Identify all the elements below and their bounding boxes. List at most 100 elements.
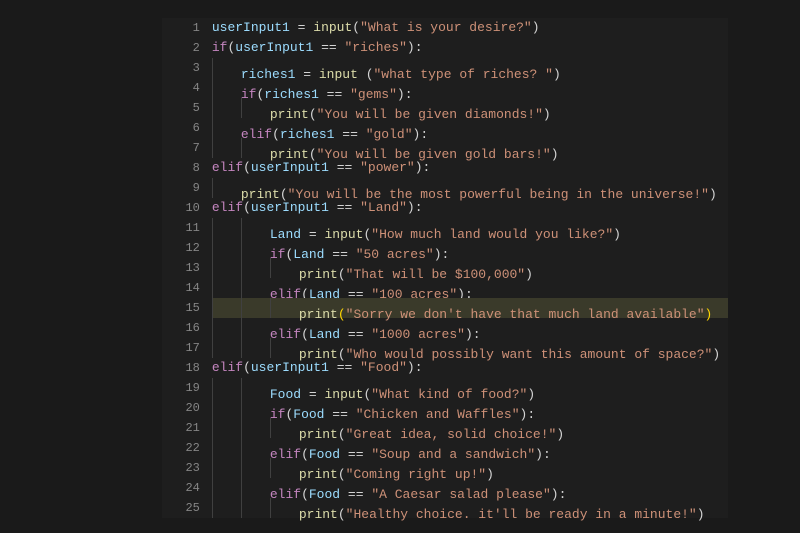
code-line[interactable]: 1userInput1 = input("What is your desire… [162, 18, 728, 38]
code-content[interactable]: print("You will be given diamonds!") [212, 98, 728, 118]
code-line[interactable]: 24elif(Food == "A Caesar salad please"): [162, 478, 728, 498]
tok-func: input [313, 20, 352, 35]
code-line[interactable]: 17print("Who would possibly want this am… [162, 338, 728, 358]
code-content[interactable]: elif(userInput1 == "Food"): [212, 358, 728, 378]
code-content[interactable]: userInput1 = input("What is your desire?… [212, 18, 728, 38]
code-content[interactable]: if(userInput1 == "riches"): [212, 38, 728, 58]
tok-str: "Healthy choice. it'll be ready in a min… [346, 507, 697, 522]
code-content[interactable]: elif(userInput1 == "power"): [212, 158, 728, 178]
code-content[interactable]: print("Sorry we don't have that much lan… [212, 298, 728, 318]
code-content[interactable]: print("Healthy choice. it'll be ready in… [212, 498, 728, 518]
tok-paren: ( [243, 160, 251, 175]
line-number: 10 [162, 198, 212, 218]
code-content[interactable]: elif(riches1 == "gold"): [212, 118, 728, 138]
line-number: 3 [162, 58, 212, 78]
code-line[interactable]: 13print("That will be $100,000") [162, 258, 728, 278]
code-content[interactable]: if(riches1 == "gems"): [212, 78, 728, 98]
code-content[interactable]: print("You will be the most powerful bei… [212, 178, 728, 198]
line-number: 4 [162, 78, 212, 98]
tok-kw: elif [212, 160, 243, 175]
code-content[interactable]: riches1 = input ("what type of riches? "… [212, 58, 728, 78]
code-content[interactable]: elif(Food == "A Caesar salad please"): [212, 478, 728, 498]
code-content[interactable]: Food = input("What kind of food?") [212, 378, 728, 398]
tok-func: print [299, 507, 338, 522]
tok-var: userInput1 [212, 20, 290, 35]
code-content[interactable]: print("You will be given gold bars!") [212, 138, 728, 158]
code-content[interactable]: print("Who would possibly want this amou… [212, 338, 728, 358]
tok-paren: ( [243, 360, 251, 375]
code-line[interactable]: 15print("Sorry we don't have that much l… [162, 298, 728, 318]
code-content[interactable]: print("That will be $100,000") [212, 258, 728, 278]
code-line[interactable]: 2if(userInput1 == "riches"): [162, 38, 728, 58]
tok-op: == [329, 360, 360, 375]
tok-str: "Land" [360, 200, 407, 215]
line-number: 5 [162, 98, 212, 118]
code-content[interactable]: elif(userInput1 == "Land"): [212, 198, 728, 218]
line-number: 19 [162, 378, 212, 398]
code-content[interactable]: if(Food == "Chicken and Waffles"): [212, 398, 728, 418]
line-number: 15 [162, 298, 212, 318]
code-line[interactable]: 23print("Coming right up!") [162, 458, 728, 478]
line-number: 16 [162, 318, 212, 338]
line-number: 11 [162, 218, 212, 238]
line-number: 14 [162, 278, 212, 298]
line-number: 20 [162, 398, 212, 418]
tok-op: == [329, 160, 360, 175]
tok-var: userInput1 [251, 360, 329, 375]
tok-str: "power" [360, 160, 415, 175]
code-line[interactable]: 21print("Great idea, solid choice!") [162, 418, 728, 438]
tok-kw: elif [212, 360, 243, 375]
line-number: 7 [162, 138, 212, 158]
tok-kw: if [212, 40, 228, 55]
code-line[interactable]: 4if(riches1 == "gems"): [162, 78, 728, 98]
code-line[interactable]: 10elif(userInput1 == "Land"): [162, 198, 728, 218]
code-line[interactable]: 19Food = input("What kind of food?") [162, 378, 728, 398]
tok-op: : [423, 160, 431, 175]
code-line[interactable]: 20if(Food == "Chicken and Waffles"): [162, 398, 728, 418]
code-line[interactable]: 12if(Land == "50 acres"): [162, 238, 728, 258]
tok-var: userInput1 [251, 200, 329, 215]
code-line[interactable]: 7print("You will be given gold bars!") [162, 138, 728, 158]
code-line[interactable]: 5print("You will be given diamonds!") [162, 98, 728, 118]
code-line[interactable]: 3riches1 = input ("what type of riches? … [162, 58, 728, 78]
code-content[interactable]: print("Coming right up!") [212, 458, 728, 478]
tok-paren: ) [407, 40, 415, 55]
code-line[interactable]: 8elif(userInput1 == "power"): [162, 158, 728, 178]
line-number: 24 [162, 478, 212, 498]
line-number: 6 [162, 118, 212, 138]
line-number: 25 [162, 498, 212, 518]
tok-paren: ) [697, 507, 705, 522]
line-number: 1 [162, 18, 212, 38]
code-line[interactable]: 6elif(riches1 == "gold"): [162, 118, 728, 138]
code-line[interactable]: 9print("You will be the most powerful be… [162, 178, 728, 198]
line-number: 9 [162, 178, 212, 198]
code-editor[interactable]: 1userInput1 = input("What is your desire… [162, 18, 728, 518]
line-number: 13 [162, 258, 212, 278]
code-line[interactable]: 25print("Healthy choice. it'll be ready … [162, 498, 728, 518]
tok-kw: elif [212, 200, 243, 215]
tok-paren: ) [407, 360, 415, 375]
code-content[interactable]: elif(Land == "1000 acres"): [212, 318, 728, 338]
line-number: 2 [162, 38, 212, 58]
line-number: 18 [162, 358, 212, 378]
tok-op: : [415, 360, 423, 375]
tok-paren: ( [338, 507, 346, 522]
code-line[interactable]: 16elif(Land == "1000 acres"): [162, 318, 728, 338]
tok-str: "Food" [360, 360, 407, 375]
code-content[interactable]: if(Land == "50 acres"): [212, 238, 728, 258]
code-line[interactable]: 22elif(Food == "Soup and a sandwich"): [162, 438, 728, 458]
line-number: 17 [162, 338, 212, 358]
code-content[interactable]: elif(Land == "100 acres"): [212, 278, 728, 298]
tok-paren: ) [407, 200, 415, 215]
tok-op: == [313, 40, 344, 55]
code-line[interactable]: 18elif(userInput1 == "Food"): [162, 358, 728, 378]
tok-str: "What is your desire?" [360, 20, 532, 35]
code-line[interactable]: 11Land = input("How much land would you … [162, 218, 728, 238]
line-number: 23 [162, 458, 212, 478]
code-line[interactable]: 14elif(Land == "100 acres"): [162, 278, 728, 298]
code-content[interactable]: elif(Food == "Soup and a sandwich"): [212, 438, 728, 458]
code-content[interactable]: print("Great idea, solid choice!") [212, 418, 728, 438]
code-content[interactable]: Land = input("How much land would you li… [212, 218, 728, 238]
tok-var: userInput1 [235, 40, 313, 55]
line-number: 21 [162, 418, 212, 438]
